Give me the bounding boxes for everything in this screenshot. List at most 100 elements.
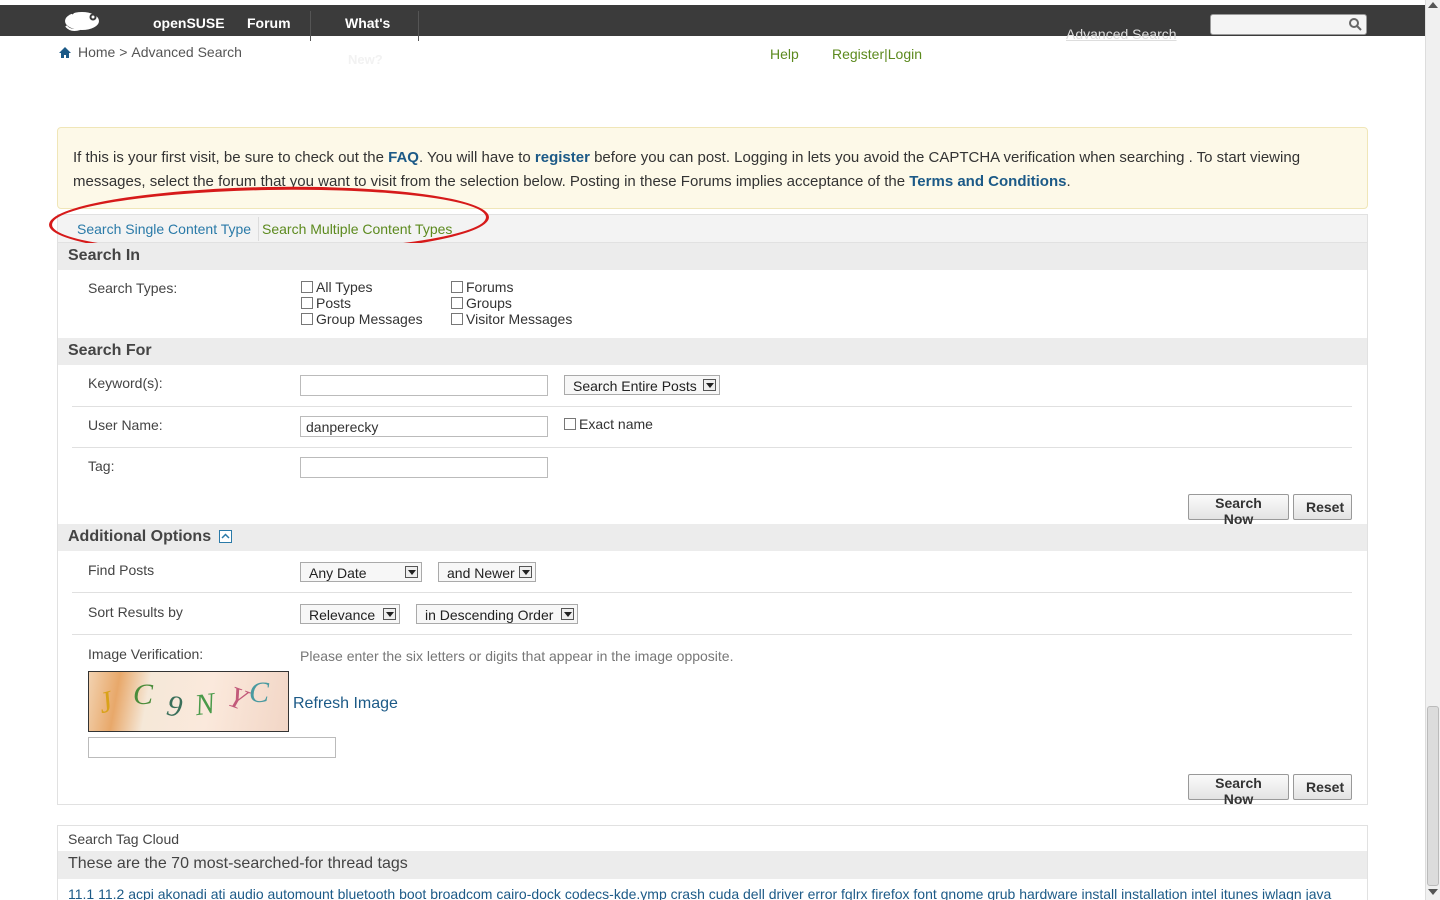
select-value: and Newer [447, 565, 515, 581]
tag-cloud-links[interactable]: 11.1 11.2 acpi akonadi ati audio automou… [68, 886, 1358, 900]
search-now-button[interactable]: Search Now [1188, 494, 1289, 527]
section-heading-search-for: Search For [58, 338, 1367, 365]
select-value: in Descending Order [425, 607, 554, 623]
reset-button[interactable]: Reset [1293, 494, 1352, 520]
row-divider [72, 634, 1352, 635]
checkbox-visitor-messages[interactable]: Visitor Messages [451, 311, 572, 327]
checkbox-label: Visitor Messages [466, 311, 573, 327]
tab-search-multiple-content-types[interactable]: Search Multiple Content Types [262, 221, 452, 237]
nav-whats-new-second-line[interactable]: New? [348, 52, 383, 67]
checkbox-exact-name[interactable]: Exact name [564, 416, 653, 432]
breadcrumb: Home > Advanced Search [58, 44, 242, 60]
checkbox-box[interactable] [301, 281, 313, 293]
scroll-down-arrow-icon[interactable] [1428, 889, 1438, 895]
top-navigation-bar: openSUSE Forum What's Advanced Search [0, 0, 1425, 42]
username-label: User Name: [88, 417, 163, 433]
checkbox-label: Groups [466, 295, 512, 311]
checkbox-box[interactable] [564, 418, 576, 430]
sort-by-select[interactable]: Relevance [300, 604, 400, 624]
captcha-input[interactable] [88, 737, 336, 758]
checkbox-label: All Types [316, 279, 373, 295]
newer-older-select[interactable]: and Newer [438, 562, 536, 582]
search-tag-cloud: Search Tag Cloud These are the 70 most-s… [57, 825, 1368, 900]
checkbox-posts[interactable]: Posts [301, 295, 351, 311]
checkbox-box[interactable] [301, 297, 313, 309]
checkbox-label: Forums [466, 279, 514, 295]
find-posts-label: Find Posts [88, 562, 155, 578]
row-divider [72, 406, 1352, 407]
first-visit-notice: If this is your first visit, be sure to … [57, 127, 1368, 209]
checkbox-box[interactable] [451, 297, 463, 309]
tag-cloud-title: Search Tag Cloud [68, 831, 180, 847]
username-input[interactable] [300, 416, 548, 437]
advanced-search-form: Search Single Content Type Search Multip… [48, 183, 1368, 807]
image-verification-label: Image Verification: [88, 646, 204, 662]
sort-results-label: Sort Results by [88, 604, 183, 620]
select-value: Relevance [309, 607, 376, 623]
captcha-image: J C 9 N Y C [88, 671, 289, 732]
collapse-icon[interactable] [218, 530, 232, 543]
vertical-scrollbar[interactable] [1425, 0, 1440, 900]
notice-text: . [1066, 173, 1071, 190]
select-value: Any Date [309, 565, 367, 581]
search-tabs: Search Single Content Type Search Multip… [58, 215, 1367, 243]
scrollbar-thumb[interactable] [1427, 706, 1439, 886]
nav-opensuse[interactable]: openSUSE [153, 15, 225, 31]
checkbox-groups[interactable]: Groups [451, 295, 512, 311]
checkbox-all-types[interactable]: All Types [301, 279, 373, 295]
refresh-image-link[interactable]: Refresh Image [293, 695, 398, 713]
date-range-select[interactable]: Any Date [300, 562, 422, 582]
chevron-down-icon [383, 608, 396, 620]
verification-hint: Please enter the six letters or digits t… [300, 648, 734, 664]
keywords-input[interactable] [300, 375, 548, 396]
checkbox-box[interactable] [301, 313, 313, 325]
tab-search-single-content-type[interactable]: Search Single Content Type [77, 221, 251, 237]
faq-link[interactable]: FAQ [388, 149, 419, 166]
nav-divider [418, 11, 419, 41]
top-search-input[interactable] [1211, 15, 1341, 34]
chevron-down-icon [703, 379, 716, 391]
row-divider [72, 592, 1352, 593]
checkbox-forums[interactable]: Forums [451, 279, 513, 295]
help-link[interactable]: Help [770, 46, 799, 62]
tag-input[interactable] [300, 457, 548, 478]
chevron-down-icon [561, 608, 574, 620]
search-scope-select[interactable]: Search Entire Posts [564, 375, 720, 395]
nav-whats-new[interactable]: What's [345, 15, 390, 31]
checkbox-box[interactable] [451, 281, 463, 293]
checkbox-label: Exact name [579, 416, 653, 432]
nav-forum[interactable]: Forum [247, 15, 291, 31]
checkbox-group-messages[interactable]: Group Messages [301, 311, 423, 327]
notice-text: If this is your first visit, be sure to … [73, 149, 389, 166]
select-value: Search Entire Posts [573, 378, 697, 394]
notice-text: . You will have to [418, 149, 535, 166]
home-icon[interactable] [58, 46, 72, 59]
register-link[interactable]: register [535, 149, 590, 166]
top-search-box [1210, 14, 1367, 35]
terms-link[interactable]: Terms and Conditions [909, 173, 1066, 190]
section-heading-text: Additional Options [68, 528, 212, 545]
section-heading-additional-options: Additional Options [58, 524, 1367, 551]
nav-advanced-search-link[interactable]: Advanced Search [1066, 26, 1177, 42]
breadcrumb-current: Advanced Search [131, 44, 242, 60]
tag-label: Tag: [88, 458, 115, 474]
checkbox-label: Posts [316, 295, 352, 311]
scroll-up-arrow-icon[interactable] [1428, 2, 1438, 8]
chevron-down-icon [405, 566, 418, 578]
opensuse-logo-icon[interactable] [60, 8, 102, 34]
reset-button[interactable]: Reset [1293, 774, 1352, 800]
checkbox-box[interactable] [451, 313, 463, 325]
checkbox-label: Group Messages [316, 311, 423, 327]
row-divider [72, 447, 1352, 448]
search-icon[interactable] [1348, 17, 1362, 31]
register-login-link[interactable]: Register|Login [832, 46, 922, 62]
sort-order-select[interactable]: in Descending Order [416, 604, 578, 624]
search-types-label: Search Types: [88, 280, 178, 296]
tag-cloud-subtitle: These are the 70 most-searched-for threa… [58, 851, 1367, 879]
section-heading-search-in: Search In [58, 243, 1367, 270]
tab-divider [258, 217, 259, 241]
chevron-down-icon [519, 566, 532, 578]
search-now-button[interactable]: Search Now [1188, 774, 1289, 807]
nav-divider [310, 11, 311, 41]
breadcrumb-home-link[interactable]: Home > [78, 44, 127, 60]
